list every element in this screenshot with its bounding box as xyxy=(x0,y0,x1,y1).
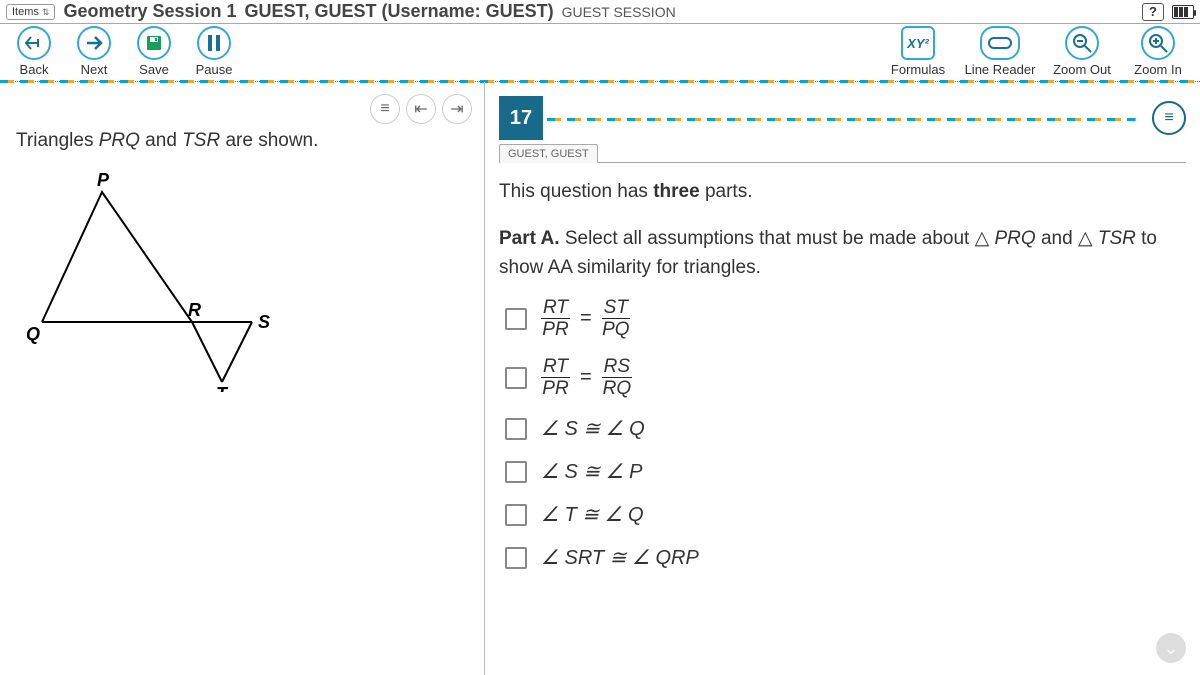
checkbox-3[interactable] xyxy=(505,418,527,440)
zoom-in-button[interactable]: Zoom In xyxy=(1122,26,1194,81)
help-button[interactable]: ? xyxy=(1142,3,1164,21)
back-button[interactable]: Back xyxy=(6,26,62,81)
next-label: Next xyxy=(81,62,108,77)
options-list: RTPR = STPQ RTPR = RSRQ ∠ S ≅ ∠ Q ∠ S xyxy=(499,298,1186,570)
line-reader-icon xyxy=(980,26,1020,60)
option-6: ∠ SRT ≅ ∠ QRP xyxy=(505,545,1186,570)
option-5: ∠ T ≅ ∠ Q xyxy=(505,502,1186,527)
toolbar: Back Next Save Pause XY² Formulas Line R… xyxy=(0,24,1200,82)
back-icon xyxy=(17,26,51,60)
option-3: ∠ S ≅ ∠ Q xyxy=(505,416,1186,441)
option-2-math: RTPR = RSRQ xyxy=(541,357,632,398)
hamburger-icon: ≡ xyxy=(380,100,389,118)
option-4-math: ∠ S ≅ ∠ P xyxy=(541,459,643,484)
workspace: ≡ ⇤ ⇥ Triangles PRQ and TSR are shown. P… xyxy=(0,82,1200,675)
user-info: GUEST, GUEST (Username: GUEST) xyxy=(245,1,554,22)
option-6-math: ∠ SRT ≅ ∠ QRP xyxy=(541,545,699,570)
save-label: Save xyxy=(139,62,169,77)
zoom-out-label: Zoom Out xyxy=(1053,62,1111,77)
checkbox-1[interactable] xyxy=(505,308,527,330)
option-1: RTPR = STPQ xyxy=(505,298,1186,339)
pause-label: Pause xyxy=(196,62,233,77)
line-reader-button[interactable]: Line Reader xyxy=(958,26,1042,81)
svg-text:P: P xyxy=(97,172,110,190)
items-dropdown[interactable]: Items ⇅ xyxy=(6,4,55,20)
option-1-math: RTPR = STPQ xyxy=(541,298,630,339)
triangle-diagram: P Q R S T xyxy=(22,172,468,397)
save-button[interactable]: Save xyxy=(126,26,182,81)
stimulus-pane: ≡ ⇤ ⇥ Triangles PRQ and TSR are shown. P… xyxy=(0,82,485,675)
svg-text:R: R xyxy=(188,300,201,320)
next-icon xyxy=(77,26,111,60)
svg-text:S: S xyxy=(258,312,270,332)
checkbox-5[interactable] xyxy=(505,504,527,526)
pane-prev-button[interactable]: ⇤ xyxy=(406,94,436,124)
pause-icon xyxy=(197,26,231,60)
zoom-in-label: Zoom In xyxy=(1134,62,1182,77)
formulas-label: Formulas xyxy=(891,62,945,77)
zoom-out-button[interactable]: Zoom Out xyxy=(1046,26,1118,81)
next-icon: ⇥ xyxy=(450,99,463,119)
option-2: RTPR = RSRQ xyxy=(505,357,1186,398)
checkbox-6[interactable] xyxy=(505,547,527,569)
zoom-in-icon xyxy=(1141,26,1175,60)
prev-icon: ⇤ xyxy=(414,99,427,119)
user-tab[interactable]: GUEST, GUEST xyxy=(499,144,598,163)
pause-button[interactable]: Pause xyxy=(186,26,242,81)
option-5-math: ∠ T ≅ ∠ Q xyxy=(541,502,644,527)
next-button[interactable]: Next xyxy=(66,26,122,81)
pane-menu-button[interactable]: ≡ xyxy=(370,94,400,124)
svg-text:Q: Q xyxy=(26,324,40,344)
chevron-down-icon: ⌄ xyxy=(1163,638,1178,659)
checkbox-2[interactable] xyxy=(505,367,527,389)
formula-icon: XY² xyxy=(901,26,935,60)
question-header: 17 ≡ xyxy=(499,96,1186,140)
battery-icon xyxy=(1172,5,1194,19)
save-icon xyxy=(137,26,171,60)
scroll-down-button[interactable]: ⌄ xyxy=(1156,633,1186,663)
updown-icon: ⇅ xyxy=(42,8,50,16)
question-intro: This question has three parts. xyxy=(499,181,1186,203)
topbar: Items ⇅ Geometry Session 1 GUEST, GUEST … xyxy=(0,0,1200,24)
question-menu-button[interactable]: ≡ xyxy=(1152,101,1186,135)
line-reader-label: Line Reader xyxy=(965,62,1036,77)
back-label: Back xyxy=(20,62,49,77)
items-label: Items xyxy=(12,6,39,18)
hamburger-icon: ≡ xyxy=(1164,109,1173,127)
pane-nav: ≡ ⇤ ⇥ xyxy=(370,94,472,124)
session-mode: GUEST SESSION xyxy=(562,4,676,20)
checkbox-4[interactable] xyxy=(505,461,527,483)
part-a-prompt: Part A. Select all assumptions that must… xyxy=(499,225,1186,282)
question-number: 17 xyxy=(499,96,543,140)
question-pane: 17 ≡ GUEST, GUEST This question has thre… xyxy=(485,82,1200,675)
stimulus-text: Triangles PRQ and TSR are shown. xyxy=(16,130,468,152)
session-title: Geometry Session 1 xyxy=(63,1,236,22)
option-3-math: ∠ S ≅ ∠ Q xyxy=(541,416,645,441)
zoom-out-icon xyxy=(1065,26,1099,60)
option-4: ∠ S ≅ ∠ P xyxy=(505,459,1186,484)
svg-text:T: T xyxy=(216,384,229,392)
formulas-button[interactable]: XY² Formulas xyxy=(882,26,954,81)
pane-next-button[interactable]: ⇥ xyxy=(442,94,472,124)
